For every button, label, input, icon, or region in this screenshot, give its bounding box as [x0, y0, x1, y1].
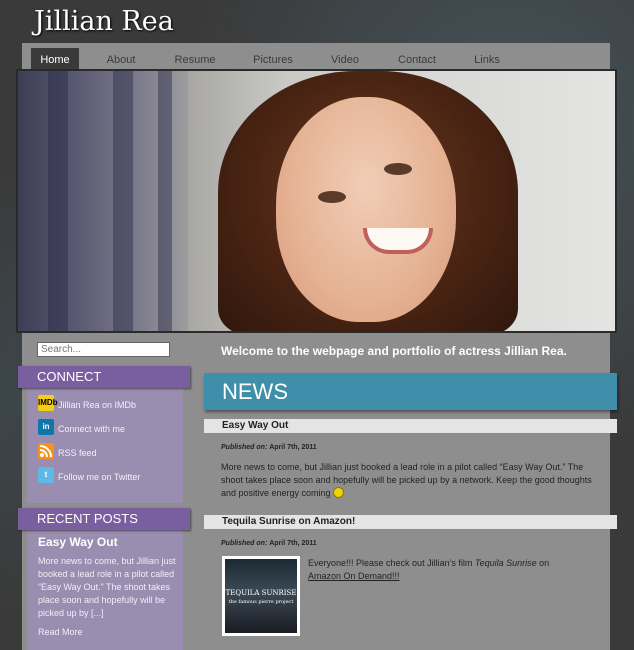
- hero-image: [16, 69, 617, 333]
- post-title[interactable]: Tequila Sunrise on Amazon!: [204, 515, 617, 529]
- amazon-link[interactable]: Amazon On Demand!!!: [308, 571, 400, 581]
- post-body: More news to come, but Jillian just book…: [221, 462, 592, 498]
- search-input[interactable]: [37, 342, 170, 357]
- linkedin-icon: in: [38, 419, 54, 435]
- news-heading: NEWS: [204, 373, 617, 410]
- recent-posts-heading: RECENT POSTS: [18, 508, 190, 530]
- dvd-cover-title: TEQUILA SUNRISE: [225, 589, 297, 597]
- recent-post-excerpt: More news to come, but Jillian just book…: [38, 556, 176, 618]
- nav-contact[interactable]: Contact: [393, 48, 441, 70]
- page: { "site": {"title": "Jillian Rea"}, "nav…: [0, 0, 634, 650]
- recent-post-title[interactable]: Easy Way Out: [38, 535, 118, 549]
- hero-background: [18, 71, 188, 331]
- nav-home[interactable]: Home: [31, 48, 79, 70]
- nav-resume[interactable]: Resume: [169, 48, 221, 70]
- rss-icon: [38, 443, 54, 459]
- site-title[interactable]: Jillian Rea: [34, 6, 174, 37]
- nav-about[interactable]: About: [101, 48, 141, 70]
- read-more-link[interactable]: Read More: [38, 627, 83, 637]
- post-body: Everyone!!! Please check out Jillian’s f…: [308, 558, 550, 581]
- smiley-icon: [333, 487, 345, 498]
- connect-heading: CONNECT: [18, 366, 190, 388]
- nav-pictures[interactable]: Pictures: [247, 48, 299, 70]
- nav-video[interactable]: Video: [325, 48, 365, 70]
- dvd-cover-image[interactable]: TEQUILA SUNRISE the famous pierre projec…: [222, 556, 300, 636]
- post-meta: Published on: April 7th, 2011: [221, 444, 317, 451]
- post-title[interactable]: Easy Way Out: [204, 419, 617, 433]
- twitter-icon: t: [38, 467, 54, 483]
- hero-portrait-face: [276, 97, 456, 322]
- nav-links[interactable]: Links: [467, 48, 507, 70]
- dvd-cover-subtitle: the famous pierre project: [228, 599, 294, 605]
- welcome-text: Welcome to the webpage and portfolio of …: [221, 344, 567, 358]
- imdb-icon: IMDb: [38, 395, 58, 411]
- post-meta: Published on: April 7th, 2011: [221, 540, 317, 547]
